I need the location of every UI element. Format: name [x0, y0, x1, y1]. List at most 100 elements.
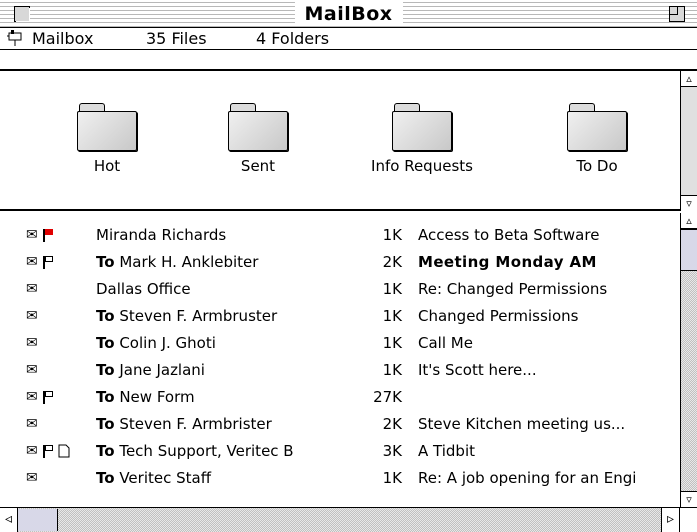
folder-info-requests[interactable]: Info Requests	[362, 103, 482, 175]
grow-box[interactable]	[679, 508, 697, 532]
scroll-thumb[interactable]	[681, 229, 697, 271]
envelope-icon: ✉	[26, 362, 38, 378]
to-label: To	[96, 361, 115, 379]
scroll-down-arrow-icon[interactable]: ▿	[681, 491, 697, 507]
scroll-up-arrow-icon[interactable]: ▵	[681, 71, 697, 87]
message-size: 1K	[382, 307, 402, 325]
message-size: 1K	[382, 469, 402, 487]
to-label: To	[96, 388, 115, 406]
folder-icon	[77, 103, 137, 151]
message-recipient: To New Form	[96, 383, 346, 412]
message-subject: Access to Beta Software	[418, 226, 600, 244]
envelope-icon: ✉	[26, 254, 38, 270]
message-subject: A Tidbit	[418, 442, 475, 460]
message-size: 1K	[382, 334, 402, 352]
message-size: 1K	[382, 280, 402, 298]
folder-count: 4 Folders	[256, 29, 330, 48]
message-size: 2K	[382, 253, 402, 271]
message-row[interactable]: ✉ To Veritec Staff 1K Re: A job opening for…	[0, 464, 680, 493]
envelope-icon: ✉	[26, 443, 38, 459]
message-subject: Steve Kitchen meeting us...	[418, 415, 626, 433]
envelope-icon: ✉	[26, 308, 38, 324]
message-row[interactable]: ✉ To Jane Jazlani 1K It's Scott here...	[0, 356, 680, 385]
recipient-name: Steven F. Armbruster	[119, 307, 278, 325]
envelope-icon: ✉	[26, 227, 38, 243]
flag-icon[interactable]	[42, 255, 56, 269]
folder-icon	[392, 103, 452, 151]
flag-icon[interactable]	[42, 444, 56, 458]
to-label: To	[96, 469, 115, 487]
message-row[interactable]: ✉ To Steven F. Armbrister 2K Steve Kitchen …	[0, 410, 680, 439]
folder-pane: Hot Sent Info Requests To Do	[0, 71, 680, 211]
mailbox-label: Mailbox	[32, 29, 94, 48]
folder-label: Info Requests	[371, 157, 473, 175]
message-size: 1K	[382, 226, 402, 244]
folder-hot[interactable]: Hot	[47, 103, 167, 175]
message-recipient: To Veritec Staff	[96, 464, 346, 493]
scroll-down-arrow-icon[interactable]: ▿	[681, 195, 697, 211]
folder-icon	[567, 103, 627, 151]
message-row[interactable]: ✉ Miranda Richards 1K Access to Beta Softwa…	[0, 221, 680, 250]
envelope-icon: ✉	[26, 416, 38, 432]
message-recipient: To Steven F. Armbruster	[96, 302, 346, 331]
folder-scrollbar[interactable]: ▵ ▿	[680, 71, 697, 211]
message-row[interactable]: ✉ Dallas Office 1K Re: Changed Permissions	[0, 275, 680, 304]
message-size: 3K	[382, 442, 402, 460]
document-icon	[58, 444, 72, 458]
folder-sent[interactable]: Sent	[198, 103, 318, 175]
folder-to-do[interactable]: To Do	[537, 103, 657, 175]
recipient-name: Miranda Richards	[96, 226, 227, 244]
message-row[interactable]: ✉ To Tech Support, Veritec B 3K A Tidbit	[0, 437, 680, 466]
scroll-thumb[interactable]	[18, 509, 58, 531]
message-list: ✉ Miranda Richards 1K Access to Beta Softwa…	[0, 213, 680, 507]
message-subject: Call Me	[418, 334, 473, 352]
message-recipient: To Colin J. Ghoti	[96, 329, 346, 358]
recipient-name: Mark H. Anklebiter	[119, 253, 259, 271]
message-size: 2K	[382, 415, 402, 433]
message-size: 27K	[373, 388, 402, 406]
message-subject: It's Scott here...	[418, 361, 537, 379]
scroll-up-arrow-icon[interactable]: ▵	[681, 213, 697, 229]
message-row[interactable]: ✉ To Steven F. Armbruster 1K Changed Permis…	[0, 302, 680, 331]
to-label: To	[96, 442, 115, 460]
envelope-icon: ✉	[26, 335, 38, 351]
message-recipient: Miranda Richards	[96, 221, 346, 250]
folder-icon	[228, 103, 288, 151]
message-recipient: Dallas Office	[96, 275, 346, 304]
close-box[interactable]	[14, 6, 30, 22]
scroll-left-arrow-icon[interactable]: ◃	[0, 508, 18, 532]
folder-label: To Do	[576, 157, 618, 175]
envelope-icon: ✉	[26, 281, 38, 297]
message-row[interactable]: ✉ To Mark H. Anklebiter 2K Meeting Monday A…	[0, 248, 680, 277]
folder-label: Hot	[93, 157, 121, 175]
message-scrollbar[interactable]: ▵ ▿	[680, 213, 697, 507]
flag-icon[interactable]	[42, 390, 56, 404]
recipient-name: Jane Jazlani	[119, 361, 205, 379]
title-bar[interactable]: MailBox	[0, 0, 697, 28]
message-subject: Re: A job opening for an Engi	[418, 469, 637, 487]
recipient-name: Veritec Staff	[119, 469, 212, 487]
message-subject: Re: Changed Permissions	[418, 280, 608, 298]
to-label: To	[96, 253, 115, 271]
scroll-right-arrow-icon[interactable]: ▹	[661, 508, 679, 532]
message-subject: Meeting Monday AM	[418, 253, 597, 271]
horizontal-scrollbar[interactable]: ◃ ▹	[0, 507, 697, 532]
zoom-box[interactable]	[669, 6, 685, 22]
message-row[interactable]: ✉ To Colin J. Ghoti 1K Call Me	[0, 329, 680, 358]
message-recipient: To Jane Jazlani	[96, 356, 346, 385]
file-count: 35 Files	[146, 29, 207, 48]
recipient-name: Colin J. Ghoti	[119, 334, 216, 352]
recipient-name: Dallas Office	[96, 280, 191, 298]
message-row[interactable]: ✉ To New Form 27K	[0, 383, 680, 412]
message-recipient: To Steven F. Armbrister	[96, 410, 346, 439]
to-label: To	[96, 307, 115, 325]
folder-label: Sent	[240, 157, 276, 175]
mailbox-icon	[6, 30, 24, 47]
envelope-icon: ✉	[26, 470, 38, 486]
message-recipient: To Mark H. Anklebiter	[96, 248, 346, 277]
message-size: 1K	[382, 361, 402, 379]
to-label: To	[96, 415, 115, 433]
flag-icon[interactable]	[42, 228, 56, 242]
recipient-name: Tech Support, Veritec B	[119, 442, 294, 460]
message-recipient: To Tech Support, Veritec B	[96, 437, 346, 466]
